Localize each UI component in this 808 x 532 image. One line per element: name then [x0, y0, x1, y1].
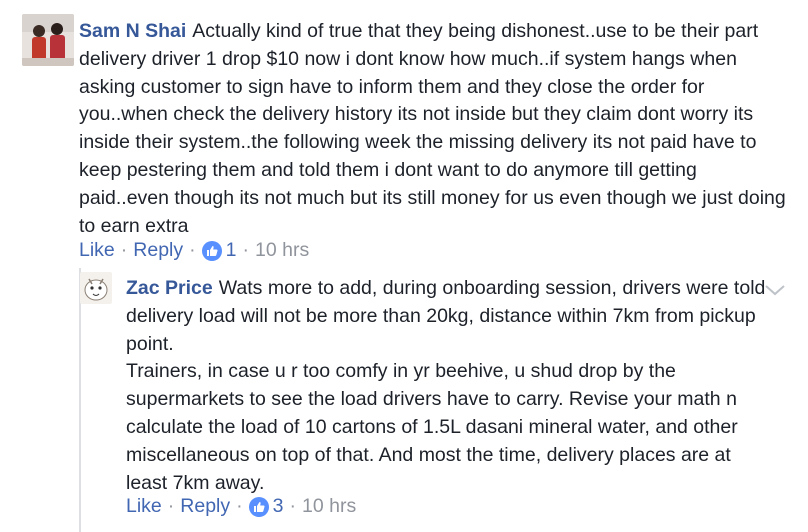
reply-button[interactable]: Reply [180, 495, 230, 518]
reply-button[interactable]: Reply [133, 239, 183, 262]
comment-text-paragraph-2: Trainers, in case u r too comfy in yr be… [126, 360, 738, 494]
reply-thread-line [79, 268, 81, 532]
like-count-number: 3 [272, 495, 284, 517]
separator: · [167, 495, 175, 517]
thumbs-up-icon [201, 240, 222, 261]
like-count[interactable]: 3 [248, 495, 284, 518]
avatar-sam-n-shai[interactable] [22, 14, 74, 66]
chevron-down-icon[interactable] [762, 280, 788, 300]
separator: · [242, 239, 250, 261]
comment-body-zac: Zac Price Wats more to add, during onboar… [126, 275, 766, 497]
separator: · [189, 239, 196, 261]
comment-actions-sam: Like · Reply · 1 · 10 hrs [79, 239, 309, 262]
comment-author-name[interactable]: Sam N Shai [79, 20, 186, 42]
timestamp[interactable]: 10 hrs [255, 239, 309, 262]
separator: · [120, 239, 128, 261]
comment-text: Wats more to add, during onboarding sess… [126, 277, 766, 355]
separator: · [236, 495, 243, 517]
comment-author-name[interactable]: Zac Price [126, 277, 213, 299]
like-count-number: 1 [225, 239, 237, 261]
like-count[interactable]: 1 [201, 239, 237, 262]
comment-actions-zac: Like · Reply · 3 · 10 hrs [126, 495, 356, 518]
like-button[interactable]: Like [79, 239, 115, 262]
comment-body-sam: Sam N Shai Actually kind of true that the… [79, 18, 789, 240]
thumbs-up-icon [248, 496, 269, 517]
comment-text: Actually kind of true that they being di… [79, 20, 786, 237]
avatar-zac-price[interactable] [80, 272, 112, 304]
timestamp[interactable]: 10 hrs [302, 495, 356, 518]
separator: · [289, 495, 297, 517]
like-button[interactable]: Like [126, 495, 162, 518]
